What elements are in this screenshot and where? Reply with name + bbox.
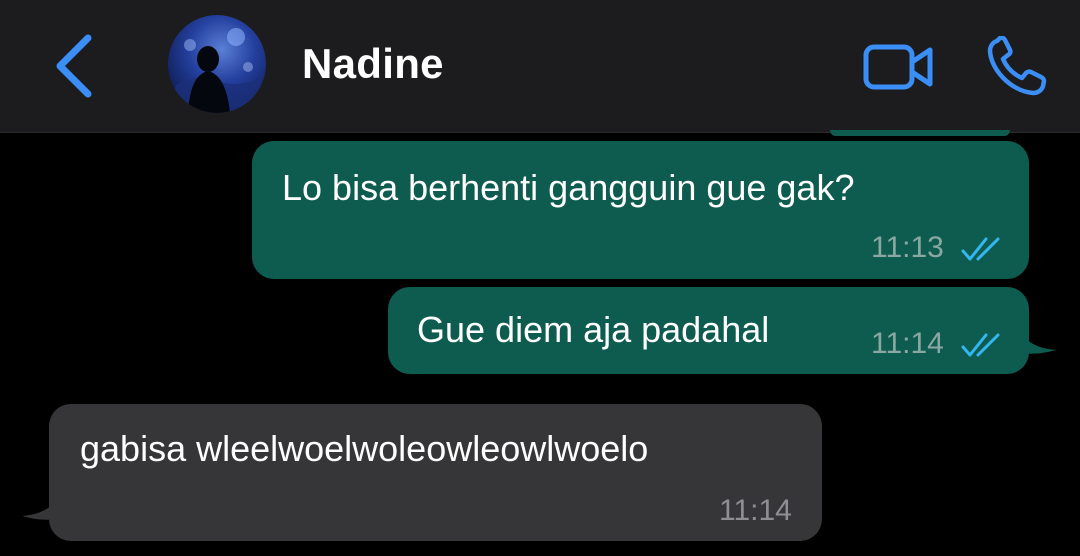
video-camera-icon <box>863 44 933 90</box>
bubble-tail <box>1016 322 1056 354</box>
phone-icon <box>987 35 1047 96</box>
message-time: 11:13 <box>871 231 944 264</box>
avatar-image <box>168 15 266 113</box>
message-text: Lo bisa berhenti gangguin gue gak? <box>282 167 855 208</box>
message-bubble-outgoing[interactable]: Lo bisa berhenti gangguin gue gak? 11:13 <box>252 141 1029 279</box>
message-bubble-incoming[interactable]: gabisa wleelwoelwoleowleowlwoelo 11:14 <box>49 404 822 541</box>
chevron-left-icon <box>56 34 92 98</box>
message-time: 11:14 <box>719 494 792 527</box>
video-call-button[interactable] <box>862 40 936 94</box>
contact-name[interactable]: Nadine <box>302 40 444 88</box>
message-text: Gue diem aja padahal <box>417 309 770 350</box>
chat-header: Nadine <box>0 0 1080 133</box>
read-receipt-icon <box>961 333 1000 357</box>
voice-call-button[interactable] <box>985 35 1049 98</box>
chat-screen: Nadine Lo bisa berhenti gangguin gue gak… <box>0 0 1080 556</box>
message-time: 11:14 <box>871 327 944 360</box>
message-bubble-outgoing[interactable]: Gue diem aja padahal 11:14 <box>388 287 1029 374</box>
previous-message-edge <box>830 130 1010 136</box>
message-text: gabisa wleelwoelwoleowleowlwoelo <box>80 428 649 469</box>
back-button[interactable] <box>44 30 104 102</box>
contact-avatar[interactable] <box>168 15 266 113</box>
bubble-tail <box>22 488 62 520</box>
read-receipt-icon <box>961 237 1000 261</box>
